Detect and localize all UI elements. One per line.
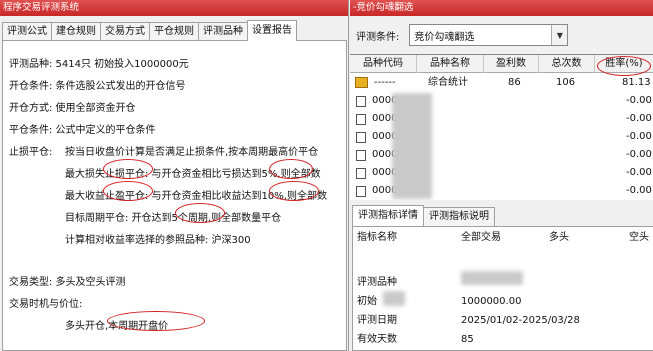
trade-type-line: 交易类型: 多头及空头评测: [9, 277, 126, 288]
summary-name: 综合统计: [428, 77, 468, 88]
tab-report-settings[interactable]: 设置报告: [247, 20, 297, 41]
tab-trade-mode[interactable]: 交易方式: [100, 22, 150, 41]
results-table: 品种代码 品种名称 盈利数 总次数 胜率(%) ------ 综合统计 86 1…: [350, 54, 653, 200]
redacted-area: [392, 93, 432, 199]
detail-value: 85: [461, 334, 474, 345]
col-profit[interactable]: 盈利数: [484, 55, 539, 73]
row-icon: [356, 96, 366, 107]
annotation-circle-10pct: [269, 181, 319, 201]
results-title: -竞价勾魂翻选: [350, 0, 653, 16]
redacted-area: [383, 291, 405, 306]
redacted-area: [461, 271, 523, 285]
row-rate: -0.00: [626, 113, 652, 124]
row-rate: -0.00: [626, 131, 652, 142]
stop-desc: 按当日收盘价计算是否满足止损条件,按本周期最高价平仓: [65, 147, 319, 158]
annotation-circle-takeprofit: [103, 181, 153, 201]
tab-metric-explanation[interactable]: 评测指标说明: [423, 207, 495, 226]
tab-variety[interactable]: 评测品种: [198, 22, 248, 41]
benchmark-line: 计算相对收益率选择的参照品种: 沪深300: [65, 235, 251, 246]
condition-label: 评测条件:: [356, 31, 400, 43]
detail-value: 2025/01/02-2025/03/28: [461, 315, 580, 326]
header-metric-name: 指标名称: [357, 232, 397, 243]
open-condition-line: 开仓条件: 条件选股公式发出的开仓信号: [9, 81, 186, 92]
detail-header: 指标名称 全部交易 多头 空头: [353, 227, 653, 249]
header-short: 空头: [629, 232, 649, 243]
annotation-circle-winrate: [597, 56, 651, 76]
annotation-circle-5-periods: [175, 203, 225, 223]
detail-name: 有效天数: [357, 334, 397, 345]
chevron-down-icon[interactable]: ▼: [551, 25, 568, 45]
detail-name: 评测日期: [357, 315, 397, 326]
trade-timing-label: 交易时机与价位:: [9, 299, 83, 310]
header-long: 多头: [549, 232, 569, 243]
detail-row: 有效天数 85: [353, 330, 653, 349]
condition-value: 竞价勾魂翻选: [414, 31, 475, 43]
detail-name: 初始: [357, 296, 377, 307]
row-icon: [356, 150, 366, 161]
annotation-circle-open-price: [107, 311, 205, 331]
condition-select[interactable]: 竞价勾魂翻选 ▼: [409, 24, 569, 46]
summary-profit: 86: [508, 77, 521, 88]
row-icon: [356, 168, 366, 179]
tab-close-rules[interactable]: 平仓规则: [149, 22, 199, 41]
annotation-circle-5pct: [269, 159, 313, 179]
condition-row: 评测条件: 竞价勾魂翻选 ▼: [356, 24, 569, 46]
row-rate: -0.00: [626, 95, 652, 106]
summary-code: ------: [374, 77, 396, 88]
report-tabs: 评测公式 建仓规则 交易方式 平仓规则 评测品种 设置报告: [2, 20, 348, 41]
table-row-summary[interactable]: ------ 综合统计 86 106 81.13: [350, 74, 653, 92]
tab-metric-details[interactable]: 评测指标详情: [352, 205, 424, 226]
variety-line: 评测品种: 5414只 初始投入1000000元: [9, 59, 189, 70]
summary-icon: [355, 77, 368, 88]
row-rate: -0.00: [626, 167, 652, 178]
col-code[interactable]: 品种代码: [350, 55, 417, 73]
metric-details-panel: 指标名称 全部交易 多头 空头 评测品种 初始 1000000.00 评测日期 …: [352, 226, 653, 351]
col-name[interactable]: 品种名称: [417, 55, 484, 73]
detail-tabs: 评测指标详情 评测指标说明: [352, 205, 495, 226]
window-title: 程序交易评测系统: [0, 0, 348, 16]
tab-open-rules[interactable]: 建仓规则: [51, 22, 101, 41]
row-icon: [356, 186, 366, 197]
close-condition-line: 平仓条件: 公式中定义的平仓条件: [9, 125, 156, 136]
row-rate: -0.00: [626, 149, 652, 160]
row-rate: -0.00: [626, 185, 652, 196]
target-period-line: 目标周期平仓: 开仓达到5个周期,则全部数量平仓: [65, 213, 282, 224]
evaluation-system-window: 程序交易评测系统 评测公式 建仓规则 交易方式 平仓规则 评测品种 设置报告 评…: [0, 0, 349, 351]
detail-name: 评测品种: [357, 277, 397, 288]
row-icon: [356, 114, 366, 125]
summary-total: 106: [556, 77, 576, 88]
tab-formula[interactable]: 评测公式: [2, 22, 52, 41]
header-all-trades: 全部交易: [461, 232, 501, 243]
report-panel: 评测品种: 5414只 初始投入1000000元 开仓条件: 条件选股公式发出的…: [2, 40, 347, 351]
annotation-circle-stoploss: [103, 159, 153, 179]
row-icon: [356, 132, 366, 143]
stop-label: 止损平仓:: [9, 147, 53, 158]
detail-row: 评测日期 2025/01/02-2025/03/28: [353, 311, 653, 330]
summary-rate: 81.13: [622, 77, 651, 88]
detail-value: 1000000.00: [461, 296, 522, 307]
results-window: -竞价勾魂翻选 评测条件: 竞价勾魂翻选 ▼ 品种代码 品种名称 盈利数 总次数…: [350, 0, 653, 351]
col-total[interactable]: 总次数: [539, 55, 595, 73]
open-mode-line: 开仓方式: 使用全部资金开仓: [9, 103, 136, 114]
